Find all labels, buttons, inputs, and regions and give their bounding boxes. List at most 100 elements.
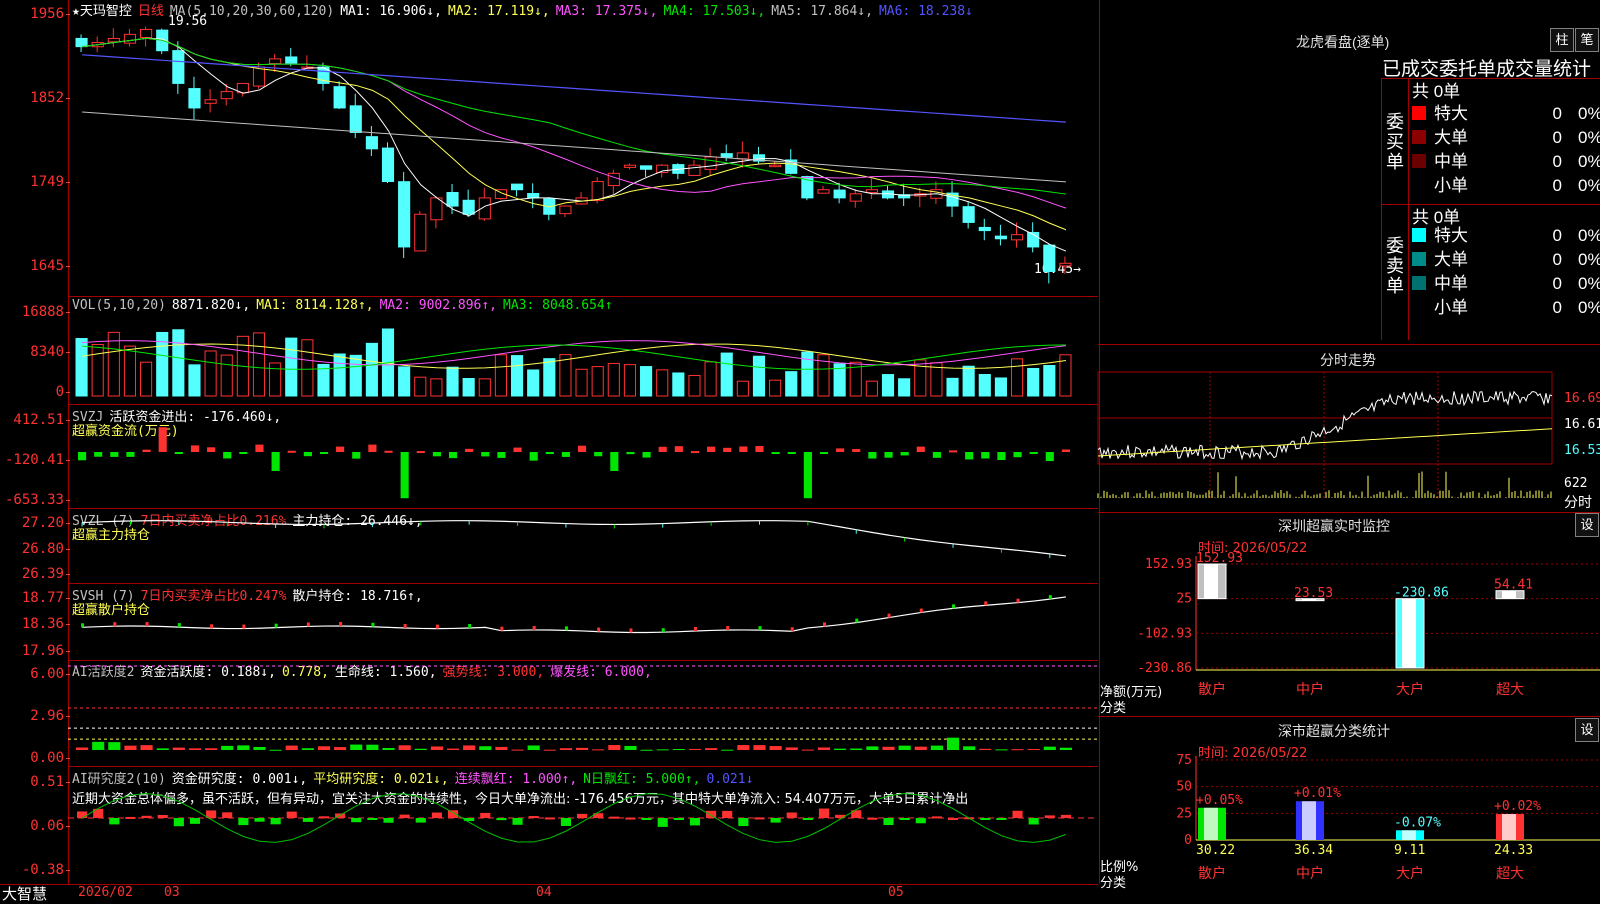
active-bar bbox=[414, 748, 427, 750]
research-bar bbox=[1060, 814, 1071, 818]
svsh-tick bbox=[242, 624, 246, 629]
volume-bar bbox=[349, 354, 362, 397]
active-bar bbox=[624, 745, 637, 750]
buy-pct: 0% bbox=[1578, 128, 1600, 147]
flow-bar bbox=[997, 452, 1006, 461]
candle-body bbox=[704, 156, 717, 170]
color-swatch bbox=[1412, 154, 1426, 168]
volume-bar bbox=[962, 365, 975, 397]
flow-bar bbox=[110, 452, 119, 457]
research-bar bbox=[480, 812, 491, 818]
price-candles[interactable] bbox=[68, 18, 1098, 296]
vol-ma2: MA2: 9002.896↑, bbox=[379, 298, 498, 313]
flow-bar bbox=[384, 450, 393, 453]
active-bar bbox=[124, 745, 137, 750]
buy-row: 大单 0 0% bbox=[1412, 126, 1600, 150]
monitor-bar-value: 54.41 bbox=[1494, 578, 1533, 593]
volume-bar bbox=[914, 359, 927, 397]
category-bar-change: -0.07% bbox=[1394, 815, 1441, 830]
active-bar bbox=[172, 747, 185, 750]
active-bar bbox=[576, 747, 589, 750]
svsh-tick bbox=[339, 622, 343, 627]
svsh-y-axis: 18.77 18.36 17.96 bbox=[21, 590, 71, 659]
monitor-chart[interactable]: 152.93 25 -102.93 -230.86 152.93 散户 23.53 中户 -23… bbox=[1098, 548, 1600, 716]
active-bar bbox=[269, 749, 282, 751]
buy-side-label: 委买单 bbox=[1386, 112, 1404, 172]
research-bar bbox=[1012, 810, 1023, 818]
ai-active-chart[interactable] bbox=[68, 660, 1098, 766]
candle-body bbox=[607, 172, 620, 187]
period-label[interactable]: 日线 bbox=[138, 4, 164, 19]
volume-bar bbox=[591, 366, 604, 397]
research-bar bbox=[915, 818, 926, 824]
svsh-tick bbox=[855, 618, 859, 623]
sell-side-label: 委卖单 bbox=[1386, 236, 1404, 296]
category-settings-button[interactable]: 设 bbox=[1575, 718, 1599, 742]
active-bar bbox=[1027, 748, 1040, 750]
flow-bar bbox=[497, 452, 506, 458]
bar-view-button[interactable]: 柱 bbox=[1550, 28, 1574, 52]
active-bar bbox=[850, 748, 863, 750]
candle-body bbox=[446, 191, 459, 207]
ai-research-chart[interactable] bbox=[68, 766, 1098, 884]
tick-view-button[interactable]: 笔 bbox=[1575, 28, 1599, 52]
active-bar bbox=[479, 746, 492, 750]
buy-total: 共 0单 bbox=[1412, 82, 1461, 101]
active-bar bbox=[221, 745, 234, 750]
flow-bar bbox=[1029, 452, 1038, 454]
volume-bar bbox=[1043, 365, 1056, 397]
candle-body bbox=[269, 58, 282, 65]
color-swatch bbox=[1412, 228, 1426, 242]
ma-value-5: MA5: 17.864↓, bbox=[771, 4, 873, 19]
candle-body bbox=[107, 37, 120, 43]
longhu-title: 龙虎看盘(逐单) bbox=[1296, 34, 1390, 50]
svzl-hold-line[interactable] bbox=[68, 508, 1098, 583]
volume-bar bbox=[785, 371, 798, 397]
research-bar bbox=[996, 818, 1007, 820]
active-bar bbox=[834, 748, 847, 750]
active-bar bbox=[640, 749, 653, 751]
flow-bar bbox=[158, 427, 167, 452]
volume-bar bbox=[220, 354, 233, 397]
flow-bar bbox=[948, 450, 958, 453]
active-bar bbox=[205, 748, 218, 750]
ma-values: MA1: 16.906↓, MA2: 17.119↓, MA3: 17.375↓, M… bbox=[340, 4, 979, 19]
volume-bars[interactable] bbox=[68, 314, 1098, 397]
candle-body bbox=[720, 153, 733, 158]
svsh-tick bbox=[145, 622, 149, 627]
category-title: 深市超赢分类统计 bbox=[1278, 723, 1390, 739]
kline-chart-area[interactable]: ★天玛智控 日线 MA(5,10,20,30,60,120) MA1: 16.906↓… bbox=[0, 0, 1100, 903]
svsh-hold-line[interactable] bbox=[68, 583, 1098, 660]
candle-body bbox=[349, 105, 362, 133]
volume-bar bbox=[720, 352, 733, 397]
research-bar bbox=[786, 812, 797, 818]
monitor-title: 深圳超赢实时监控 bbox=[1278, 518, 1390, 534]
svsh-tick bbox=[435, 624, 439, 629]
monitor-bar-label: 超大 bbox=[1496, 682, 1524, 698]
svsh-tick bbox=[984, 601, 988, 606]
price-y-axis: 1956 1852 1749 1645 bbox=[30, 6, 70, 274]
intraday-chart[interactable] bbox=[1097, 371, 1562, 510]
candle-body bbox=[688, 164, 701, 176]
volume-bar bbox=[559, 354, 572, 397]
active-bar bbox=[285, 745, 298, 750]
volume-bar bbox=[252, 332, 266, 397]
active-bar bbox=[753, 745, 766, 750]
sell-row: 中单 0 0% bbox=[1412, 272, 1600, 296]
candle-body bbox=[285, 56, 298, 64]
active-bar bbox=[898, 745, 911, 750]
monitor-bar-value: -230.86 bbox=[1394, 586, 1449, 601]
svzj-flow-bars[interactable] bbox=[68, 404, 1098, 508]
active-bar bbox=[253, 746, 266, 750]
monitor-settings-button[interactable]: 设 bbox=[1575, 513, 1599, 537]
research-bar bbox=[722, 810, 733, 818]
category-chart[interactable]: 75 50 25 0 +0.05% 30.22 散户 +0.01% 36.34 中户 -0.07% 9… bbox=[1098, 752, 1600, 900]
svsh-tick bbox=[629, 628, 633, 633]
flow-bar bbox=[932, 452, 941, 458]
active-bar bbox=[995, 749, 1008, 751]
candle-body bbox=[188, 88, 201, 109]
sell-count: 0 bbox=[1552, 274, 1562, 293]
flow-bar bbox=[465, 448, 474, 452]
active-bar bbox=[495, 746, 508, 750]
candle-body bbox=[510, 183, 524, 191]
